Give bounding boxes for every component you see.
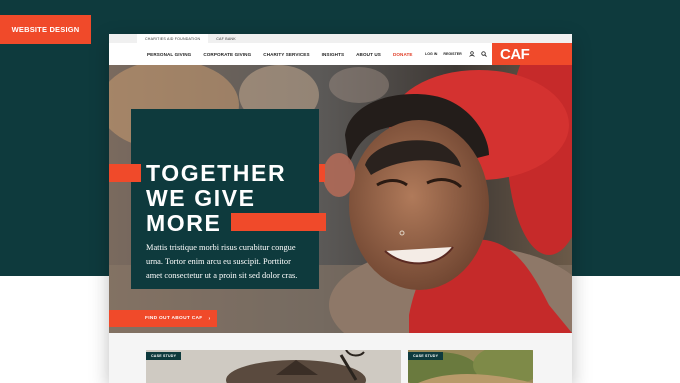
nav-charity-services[interactable]: CHARITY SERVICES: [263, 52, 309, 57]
hero-headline: TOGETHER WE GIVE MORE: [146, 161, 321, 236]
cta-label: FIND OUT ABOUT CAF: [145, 316, 203, 321]
website-mockup: CHARITIES AID FOUNDATION CAF BANK PERSON…: [109, 34, 572, 383]
case-study-section: CASE STUDY CASE STUDY: [109, 333, 572, 383]
login-link[interactable]: LOG IN: [425, 52, 437, 56]
headline-line-3: MORE: [146, 210, 222, 236]
nav-corporate-giving[interactable]: CORPORATE GIVING: [203, 52, 251, 57]
website-design-tag: WEBSITE DESIGN: [0, 15, 91, 44]
hero-body-text: Mattis tristique morbi risus curabitur c…: [146, 243, 298, 280]
search-icon[interactable]: [480, 50, 488, 58]
caf-logo[interactable]: CAF: [492, 43, 572, 65]
tab-caf-bank[interactable]: CAF BANK: [208, 34, 244, 43]
case-study-card[interactable]: CASE STUDY: [408, 350, 533, 383]
case-study-photo: [146, 350, 401, 383]
headline-line-2: WE GIVE: [146, 185, 256, 211]
accent-bar-left: [109, 164, 141, 182]
case-study-badge: CASE STUDY: [146, 352, 182, 360]
arrow-right-icon: ›: [208, 315, 211, 322]
find-out-about-caf-button[interactable]: FIND OUT ABOUT CAF ›: [109, 310, 217, 327]
tab-charities-aid-foundation[interactable]: CHARITIES AID FOUNDATION: [137, 34, 209, 43]
hero-section: TOGETHER WE GIVE MORE Mattis tristique m…: [109, 65, 572, 333]
nav-donate[interactable]: DONATE: [393, 52, 413, 57]
case-study-card[interactable]: CASE STUDY: [146, 350, 401, 383]
user-icon[interactable]: [468, 50, 476, 58]
register-link[interactable]: REGISTER: [443, 52, 461, 56]
nav-personal-giving[interactable]: PERSONAL GIVING: [147, 52, 191, 57]
nav-about-us[interactable]: ABOUT US: [356, 52, 381, 57]
top-utility-bar: CHARITIES AID FOUNDATION CAF BANK: [109, 34, 572, 43]
case-study-badge: CASE STUDY: [408, 352, 444, 360]
nav-insights[interactable]: INSIGHTS: [322, 52, 345, 57]
headline-line-1: TOGETHER: [146, 160, 287, 186]
